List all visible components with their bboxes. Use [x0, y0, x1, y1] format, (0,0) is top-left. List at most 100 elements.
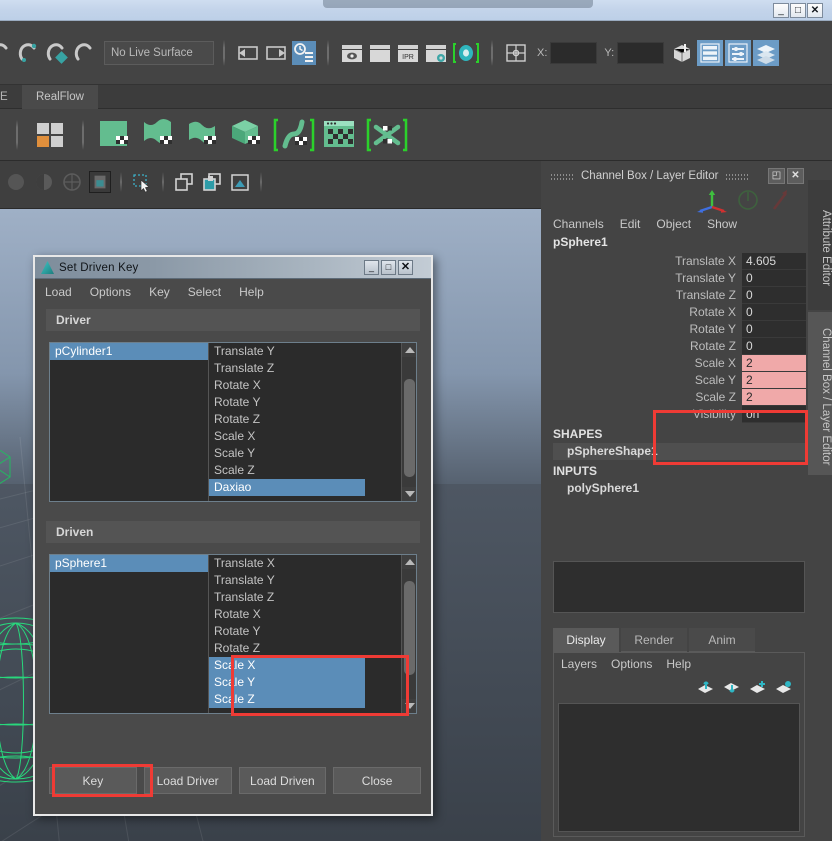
driven-attr-item[interactable]: Translate X	[209, 555, 416, 572]
two-panel-shaded-icon[interactable]	[201, 171, 223, 193]
load-driver-button[interactable]: Load Driver	[143, 767, 232, 794]
driver-attr-item[interactable]: Scale Y	[209, 445, 416, 462]
render-settings-icon[interactable]	[424, 41, 448, 65]
menu-help[interactable]: Help	[239, 285, 264, 299]
window-close-button[interactable]: ✕	[807, 3, 823, 18]
channel-value[interactable]: 2	[742, 372, 806, 389]
layer-menu-options[interactable]: Options	[611, 657, 652, 671]
wireframe-sphere-icon[interactable]	[61, 171, 83, 193]
driven-attribute-list[interactable]: Translate X Translate Y Translate Z Rota…	[209, 555, 416, 713]
scrollbar-thumb[interactable]	[404, 581, 415, 675]
snap-to-projected-center-icon[interactable]	[43, 40, 69, 66]
driver-attr-item[interactable]: Translate Y	[209, 343, 416, 360]
viewport-layout-icon[interactable]	[504, 41, 528, 65]
driven-attr-item[interactable]: Rotate Y	[209, 623, 416, 640]
panel-drag-grip-right[interactable]	[726, 171, 749, 181]
mesh-display-icon[interactable]	[670, 41, 694, 65]
channel-value[interactable]: 4.605	[742, 253, 806, 270]
key-button[interactable]: Key	[49, 767, 137, 794]
menu-select[interactable]: Select	[188, 285, 221, 299]
window-maximize-button[interactable]: □	[790, 3, 806, 18]
channel-value[interactable]: 2	[742, 355, 806, 372]
show-attribute-editor-icon[interactable]	[697, 40, 724, 66]
scroll-up-arrow-icon[interactable]	[402, 343, 416, 357]
set-driven-key-dialog[interactable]: Set Driven Key _ □ ✕ Load Options Key Se…	[33, 255, 433, 816]
driver-object-item[interactable]: pCylinder1	[50, 343, 208, 360]
panel-close-button[interactable]: ✕	[787, 168, 804, 184]
channel-value[interactable]: 0	[742, 321, 806, 338]
driver-attribute-list[interactable]: Translate Y Translate Z Rotate X Rotate …	[209, 343, 416, 501]
panel-float-button[interactable]: ◰	[768, 168, 785, 184]
driven-attr-item[interactable]: Translate Y	[209, 572, 416, 589]
show-channel-box-icon[interactable]	[753, 40, 780, 66]
scroll-down-arrow-icon[interactable]	[402, 699, 416, 713]
shelf-tab-e[interactable]: E	[0, 85, 14, 109]
layer-menu-help[interactable]: Help	[666, 657, 691, 671]
snap-to-view-plane-icon[interactable]	[71, 40, 97, 66]
tab-anim[interactable]: Anim	[689, 628, 755, 652]
realflow-volume-icon[interactable]	[229, 116, 267, 154]
driver-attr-item[interactable]: Rotate Z	[209, 411, 416, 428]
set-driven-key-titlebar[interactable]: Set Driven Key _ □ ✕	[35, 257, 431, 279]
input-line-right-icon[interactable]	[264, 41, 288, 65]
cb-menu-show[interactable]: Show	[707, 217, 737, 231]
snap-to-point-icon[interactable]	[15, 40, 41, 66]
cb-menu-edit[interactable]: Edit	[620, 217, 641, 231]
snap-to-curve-icon[interactable]	[0, 40, 13, 66]
side-tab-attribute-editor[interactable]: Attribute Editor	[808, 180, 832, 310]
channel-value[interactable]: 2	[742, 389, 806, 406]
close-button[interactable]: Close	[333, 767, 421, 794]
input-node-item[interactable]: polySphere1	[553, 480, 805, 497]
tab-display[interactable]: Display	[553, 628, 619, 652]
driver-attr-item[interactable]: Translate Z	[209, 360, 416, 377]
realflow-cloth-icon[interactable]	[185, 116, 223, 154]
driven-attr-item-selected[interactable]: Scale Z	[209, 691, 365, 708]
shape-node-item[interactable]: pSphereShape1	[553, 443, 805, 460]
panel-drag-grip[interactable]	[551, 171, 573, 181]
layer-list[interactable]	[558, 703, 800, 832]
select-tool-icon[interactable]	[131, 171, 153, 193]
driver-attr-item[interactable]: Scale Z	[209, 462, 416, 479]
driven-attr-item-selected[interactable]: Scale X	[209, 657, 365, 674]
construction-history-icon[interactable]	[292, 41, 316, 65]
scroll-down-arrow-icon[interactable]	[402, 487, 416, 501]
realflow-plane-icon[interactable]	[97, 116, 135, 154]
driver-attr-item[interactable]: Rotate X	[209, 377, 416, 394]
driven-attr-item[interactable]: Rotate Z	[209, 640, 416, 657]
texture-mode-icon[interactable]	[89, 171, 111, 193]
cb-menu-channels[interactable]: Channels	[553, 217, 604, 231]
driven-object-item[interactable]: pSphere1	[50, 555, 208, 572]
coord-y-input[interactable]	[617, 42, 665, 64]
load-driven-button[interactable]: Load Driven	[238, 767, 327, 794]
render-sequence-icon[interactable]	[368, 41, 392, 65]
realflow-mesh-icon[interactable]	[141, 116, 179, 154]
driven-list-scrollbar[interactable]	[401, 555, 416, 713]
layer-menu-layers[interactable]: Layers	[561, 657, 597, 671]
channel-value[interactable]: 0	[742, 287, 806, 304]
menu-options[interactable]: Options	[90, 285, 131, 299]
window-minimize-button[interactable]: _	[773, 3, 789, 18]
shelf-tab-realflow[interactable]: RealFlow	[22, 85, 98, 109]
scroll-up-arrow-icon[interactable]	[402, 555, 416, 569]
driver-attr-item[interactable]: Rotate Y	[209, 394, 416, 411]
channel-value[interactable]: 0	[742, 270, 806, 287]
realflow-curve-icon[interactable]	[273, 116, 315, 154]
new-layer-icon[interactable]	[749, 680, 766, 695]
live-surface-field[interactable]: No Live Surface	[104, 41, 214, 65]
driven-object-list[interactable]: pSphere1	[50, 555, 209, 713]
show-tool-settings-icon[interactable]	[725, 40, 752, 66]
shelf-layout-icon[interactable]	[31, 116, 69, 154]
driver-attr-item-selected[interactable]: Daxiao	[209, 479, 365, 496]
side-tab-channel-box[interactable]: Channel Box / Layer Editor	[808, 312, 832, 475]
scrollbar-thumb[interactable]	[404, 379, 415, 477]
half-shaded-sphere-icon[interactable]	[33, 171, 55, 193]
channel-box-titlebar[interactable]: Channel Box / Layer Editor ◰ ✕	[545, 165, 813, 187]
image-plane-icon[interactable]	[229, 171, 251, 193]
driver-list-scrollbar[interactable]	[401, 343, 416, 501]
render-current-frame-icon[interactable]	[340, 41, 364, 65]
driven-attr-item[interactable]: Rotate X	[209, 606, 416, 623]
ipr-render-icon[interactable]: IPR	[396, 41, 420, 65]
dialog-maximize-button[interactable]: □	[381, 260, 396, 275]
dialog-minimize-button[interactable]: _	[364, 260, 379, 275]
move-layer-up-icon[interactable]	[697, 680, 714, 695]
